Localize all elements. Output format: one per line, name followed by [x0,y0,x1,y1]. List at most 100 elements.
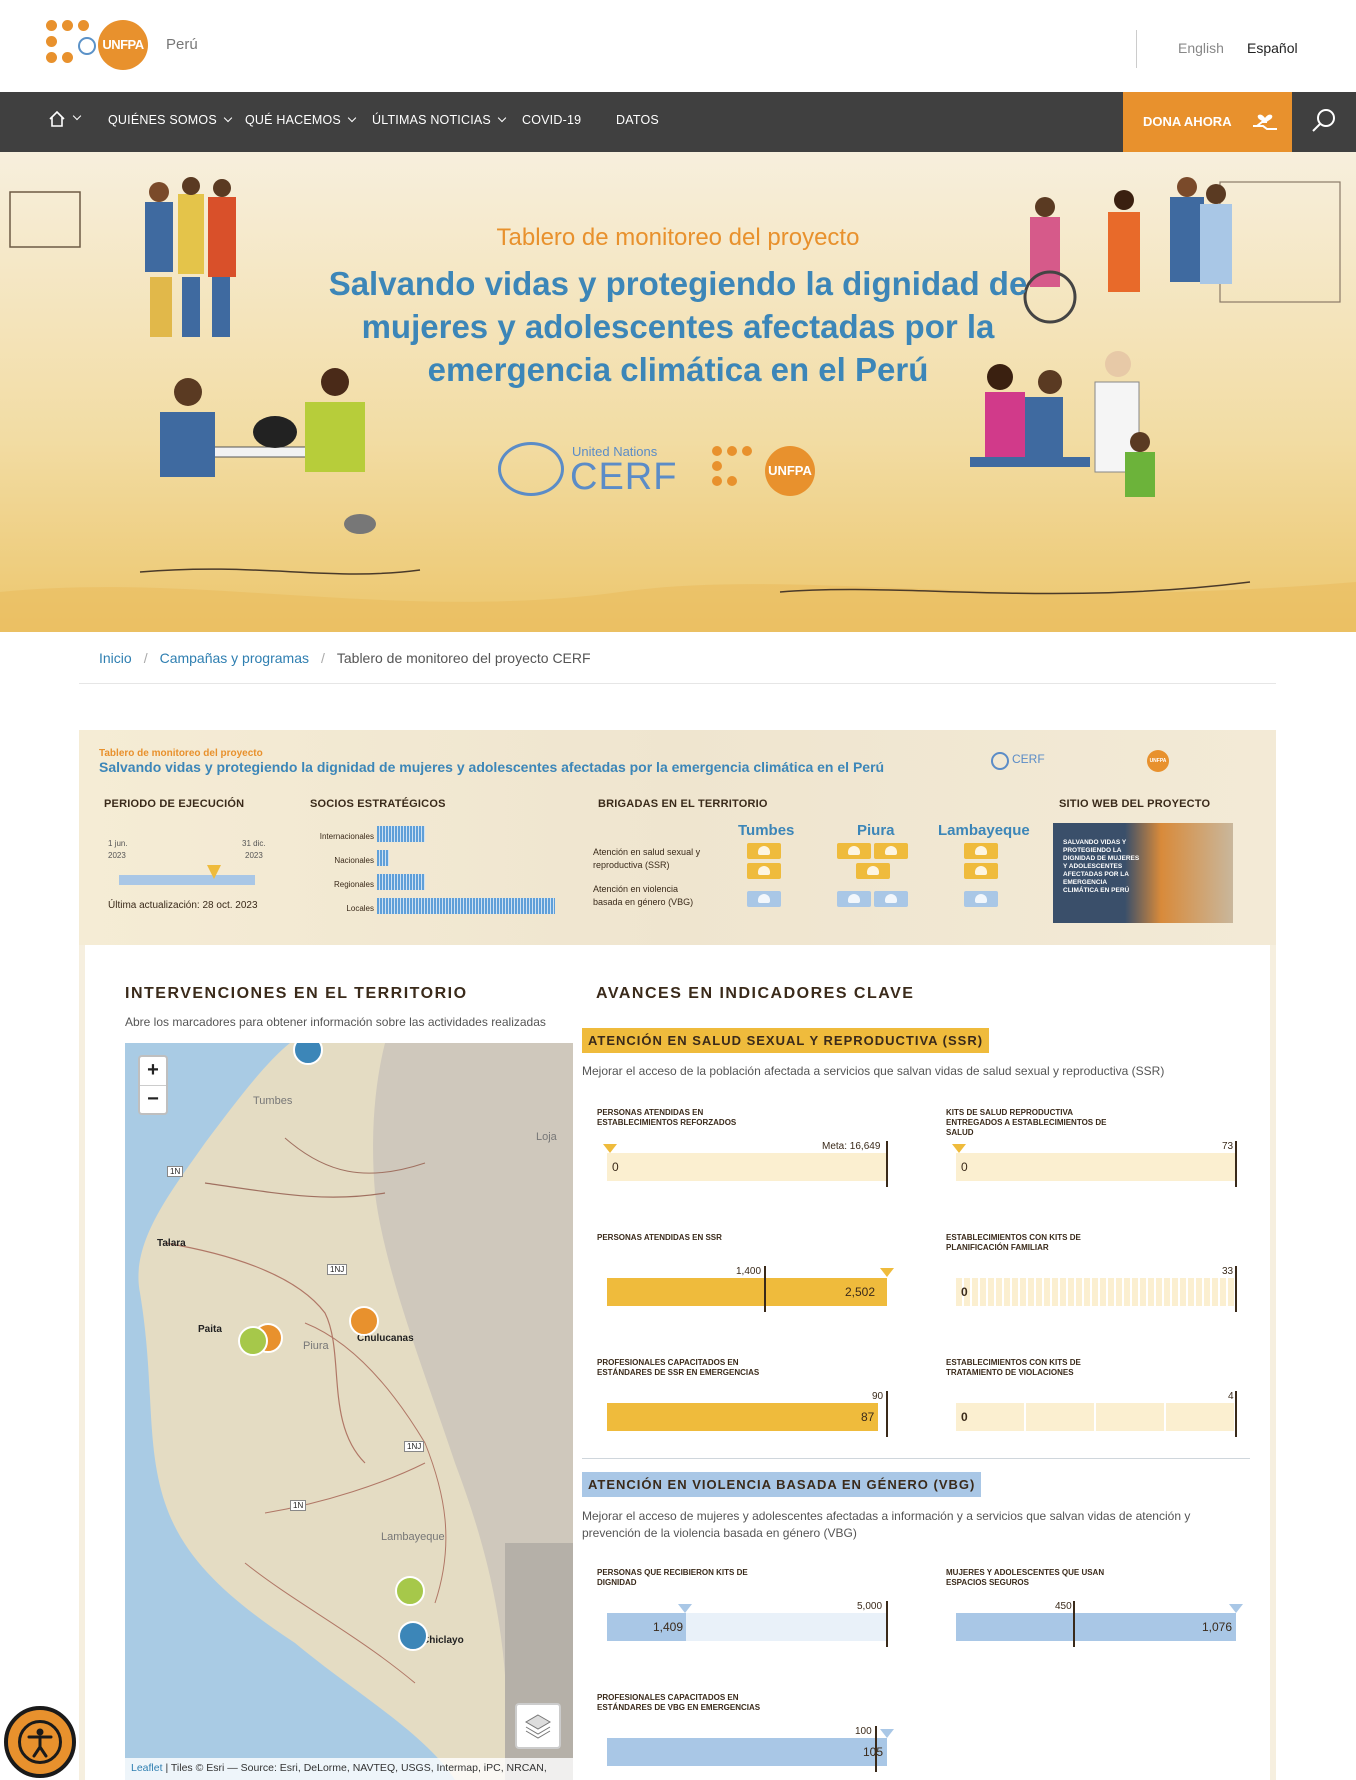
brigade-ssr-icon [747,843,781,859]
indicator-value: 87 [861,1410,875,1424]
breadcrumb-current: Tablero de monitoreo del proyecto CERF [336,650,591,666]
nav-ultimas-noticias[interactable]: ÚLTIMAS NOTICIAS [372,113,507,127]
nav-datos[interactable]: DATOS [616,113,659,127]
unfpa-logo-text: UNFPA [765,446,815,496]
brigade-ssr-icon [747,863,781,879]
unfpa-mini-logo: UNFPA [1147,750,1169,772]
indicator-track [956,1403,1236,1431]
zoom-out-button[interactable]: − [140,1085,166,1113]
un-emblem-icon [991,752,1009,770]
brigade-ssr-icon [964,843,998,859]
ssr-badge: ATENCIÓN EN SALUD SEXUAL Y REPRODUCTIVA … [582,1028,990,1053]
map-terrain [138,1043,573,1780]
dashboard-title: Salvando vidas y protegiendo la dignidad… [99,759,885,775]
brigade-vbg-icon [837,891,871,907]
indicator-fill [607,1738,887,1766]
unfpa-logo-text: UNFPA [98,20,148,70]
map-marker-kits[interactable] [238,1326,268,1356]
cerf-logo-text: CERF [570,456,678,498]
indicator-target-line [1235,1391,1237,1437]
divider [1136,30,1137,68]
indicator-target-line [1235,1141,1237,1187]
project-website-thumbnail[interactable]: SALVANDO VIDAS Y PROTEGIENDO LA DIGNIDAD… [1053,823,1233,923]
map-zoom-control: + − [138,1055,168,1115]
chevron-down-icon [497,113,507,123]
indicator-target: 5,000 [857,1601,883,1612]
dashboard: Tablero de monitoreo del proyecto Salvan… [79,730,1276,1780]
periodo-start-year: 2023 [108,851,126,860]
brigade-vbg-icon [874,891,908,907]
city-piura: Piura [857,822,895,839]
layers-icon [525,1714,551,1739]
donate-button[interactable]: DONA AHORA [1123,92,1292,152]
thumbnail-text: SALVANDO VIDAS Y PROTEGIENDO LA DIGNIDAD… [1063,839,1140,894]
indicator-target: 90 [872,1391,884,1402]
map-label-loja: Loja [536,1131,557,1143]
socios-bar-nacionales [377,850,389,866]
hero-banner: Tablero de monitoreo del proyecto Salvan… [0,152,1356,632]
map-label-talara: Talara [157,1238,186,1249]
indicator-target: Meta: 16,649 [822,1141,881,1152]
indicator-target: 1,400 [736,1266,762,1277]
interventions-desc: Abre los marcadores para obtener informa… [125,1015,546,1029]
breadcrumb-parent[interactable]: Campañas y programas [160,650,309,666]
dashboard-header: Tablero de monitoreo del proyecto Salvan… [79,730,1276,945]
city-lambayeque: Lambayeque [938,822,1030,839]
map-label-chiclayo: Chiclayo [422,1635,464,1646]
map-marker-vbg[interactable] [398,1621,428,1651]
language-english-link[interactable]: English [1178,40,1224,56]
indicator-marker [678,1604,692,1613]
indicator-target-line [1073,1601,1075,1647]
un-emblem-icon [78,37,96,55]
nav-covid[interactable]: COVID-19 [522,113,581,127]
map-label-tumbes: Tumbes [253,1095,293,1107]
vbg-desc: Mejorar el acceso de mujeres y adolescen… [582,1509,1191,1540]
indicator-marker [952,1144,966,1153]
breadcrumb-separator: / [143,650,148,666]
socios-bar-locales [377,898,555,914]
road-shield: 1NJ [404,1441,425,1452]
map-marker-ssr[interactable] [349,1306,379,1336]
language-spanish-link[interactable]: Español [1247,40,1298,56]
chevron-down-icon [72,112,82,121]
breadcrumb-home[interactable]: Inicio [99,650,132,666]
indicator-label: KITS DE SALUD REPRODUCTIVA ENTREGADOS A … [946,1108,1107,1137]
vbg-badge: ATENCIÓN EN VIOLENCIA BASADA EN GÉNERO (… [582,1472,982,1497]
country-label: Perú [166,36,198,53]
road-shield: 1N [167,1166,184,1177]
indicator-label: ESTABLECIMIENTOS CON KITS DE PLANIFICACI… [946,1233,1081,1252]
periodo-start: 1 jun. [108,839,128,848]
hero-title: Salvando vidas y protegiendo la dignidad… [328,265,1028,388]
leaflet-link[interactable]: Leaflet [131,1762,163,1774]
map-marker-kits[interactable] [395,1576,425,1606]
interventions-map[interactable]: Tumbes Loja Talara Paita Piura Chulucana… [125,1043,573,1780]
brigadas-heading: BRIGADAS EN EL TERRITORIO [598,798,768,810]
cerf-mini-logo: CERF [1012,752,1045,766]
indicator-target: 4 [1228,1391,1234,1402]
nav-quienes-somos[interactable]: QUIÉNES SOMOS [108,113,233,127]
brigade-vbg-icon [964,891,998,907]
socios-label-nacionales: Nacionales [334,856,374,865]
periodo-end: 31 dic. [242,839,266,848]
indicator-value: 0 [612,1160,619,1174]
socios-heading: SOCIOS ESTRATÉGICOS [310,798,446,810]
indicator-value: 2,502 [845,1285,876,1299]
indicator-target-line [886,1601,888,1647]
zoom-in-button[interactable]: + [140,1057,166,1085]
map-layers-button[interactable] [515,1703,561,1749]
map-attribution: Leaflet | Tiles © Esri — Source: Esri, D… [125,1758,573,1780]
accessibility-button[interactable] [4,1706,76,1778]
breadcrumb: Inicio / Campañas y programas / Tablero de m… [99,650,591,666]
attribution-text: | Tiles © Esri — Source: Esri, DeLorme, … [162,1762,547,1774]
nav-que-hacemos[interactable]: QUÉ HACEMOS [245,113,357,127]
socios-bar-regionales [377,874,425,890]
home-icon [49,110,65,127]
un-emblem-icon [498,442,564,496]
periodo-progress-marker [207,865,221,879]
indicator-track [956,1278,1236,1306]
search-icon[interactable] [1312,108,1336,132]
dashboard-subtitle: Tablero de monitoreo del proyecto [99,748,263,759]
indicator-label: MUJERES Y ADOLESCENTES QUE USAN ESPACIOS… [946,1568,1105,1587]
home-menu[interactable] [48,110,82,128]
indicator-label: PERSONAS ATENDIDAS EN ESTABLECIMIENTOS R… [597,1108,737,1127]
